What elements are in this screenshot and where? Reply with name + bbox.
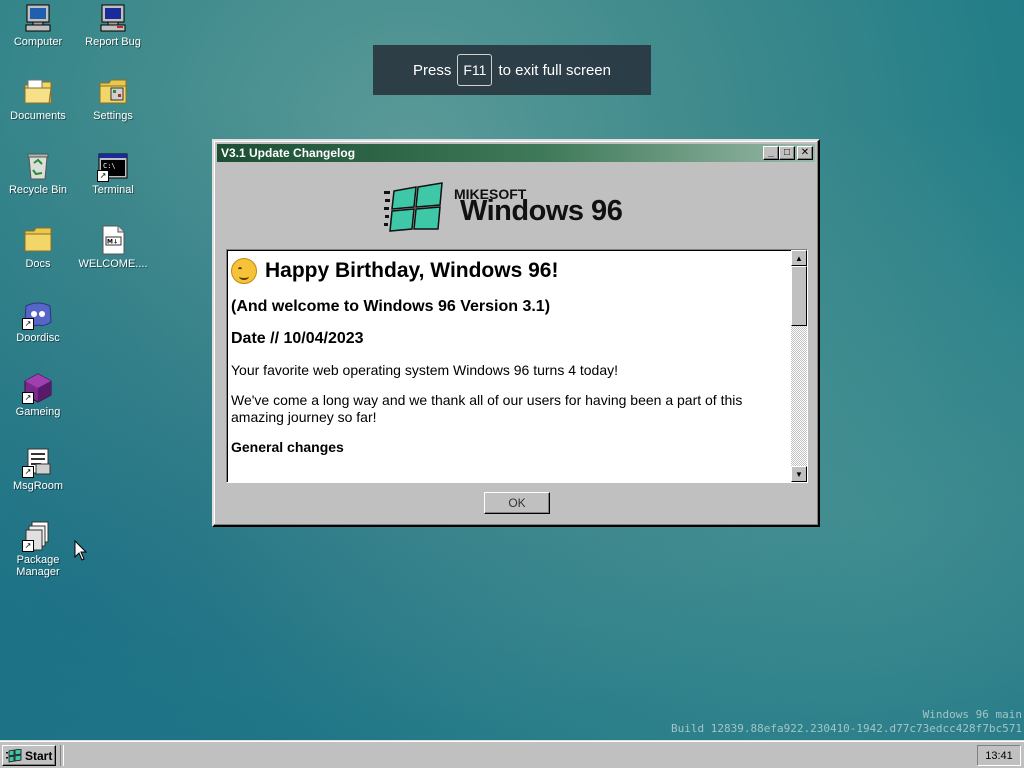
documents-folder-icon [22, 76, 54, 108]
close-button[interactable]: ✕ [797, 146, 813, 160]
docs-folder-icon [22, 224, 54, 256]
desktop-icon-label: Recycle Bin [8, 184, 68, 196]
terminal-icon: C:\ ↗ [97, 150, 129, 182]
desktop-icon-welcome[interactable]: M↓ WELCOME.... [76, 224, 150, 270]
ok-button[interactable]: OK [484, 492, 550, 514]
minimize-icon: _ [768, 147, 774, 158]
fullscreen-hint-suffix: to exit full screen [498, 61, 611, 79]
desktop-icon-label: Gameing [15, 406, 61, 418]
build-watermark-line2: Build 12839.88efa922.230410-1942.d77c73e… [671, 722, 1022, 735]
desktop-icon-docs[interactable]: Docs [1, 224, 75, 270]
start-label: Start [25, 748, 53, 763]
vertical-scrollbar[interactable]: ▲ ▼ [791, 250, 807, 482]
desktop-icon-recycle-bin[interactable]: Recycle Bin [1, 150, 75, 196]
changelog-window: V3.1 Update Changelog _ □ ✕ MIKESOFT Win… [212, 139, 820, 527]
settings-folder-icon [97, 76, 129, 108]
taskbar-divider [60, 745, 64, 766]
desktop-icon-documents[interactable]: Documents [1, 76, 75, 122]
markdown-file-icon: M↓ [97, 224, 129, 256]
svg-text:C:\: C:\ [103, 162, 116, 170]
scroll-down-icon: ▼ [795, 469, 803, 479]
desktop-icon-doordisc[interactable]: ↗ Doordisc [1, 298, 75, 344]
desktop-icon-label: MsgRoom [12, 480, 64, 492]
taskbar: Start 13:41 [0, 740, 1024, 768]
scroll-up-icon: ▲ [795, 253, 803, 263]
desktop-icon-label: Doordisc [16, 332, 60, 344]
changelog-section-title: General changes [231, 439, 344, 455]
build-watermark: Windows 96 main Build 12839.88efa922.230… [671, 708, 1022, 736]
gameing-cube-icon: ↗ [22, 372, 54, 404]
maximize-button[interactable]: □ [779, 146, 795, 160]
changelog-heading: Happy Birthday, Windows 96! [231, 258, 785, 284]
changelog-body: Happy Birthday, Windows 96! (And welcome… [231, 258, 785, 455]
desktop-icon-report-bug[interactable]: Report Bug [76, 2, 150, 48]
scrollbar-thumb[interactable] [791, 266, 807, 326]
doordisc-icon: ↗ [22, 298, 54, 330]
desktop-icon-settings[interactable]: Settings [76, 76, 150, 122]
changelog-heading-text: Happy Birthday, Windows 96! [265, 259, 559, 282]
shortcut-arrow-icon: ↗ [97, 170, 109, 182]
mouse-cursor-icon [74, 540, 88, 561]
taskbar-clock[interactable]: 13:41 [977, 745, 1021, 766]
desktop-icon-label: WELCOME.... [78, 258, 148, 270]
close-icon: ✕ [800, 147, 810, 158]
fullscreen-hint: Press F11 to exit full screen [373, 45, 651, 95]
changelog-content[interactable]: Happy Birthday, Windows 96! (And welcome… [226, 249, 808, 483]
windows-logo-icon [6, 748, 22, 762]
desktop-icon-label: Documents [10, 110, 66, 122]
desktop-icon-label: Docs [25, 258, 51, 270]
changelog-paragraph: Your favorite web operating system Windo… [231, 362, 619, 378]
scroll-up-button[interactable]: ▲ [791, 250, 807, 266]
windows-flag-icon [384, 182, 443, 232]
desktop-icon-label: Package Manager [16, 554, 60, 578]
desktop-icon-terminal[interactable]: C:\ ↗ Terminal [76, 150, 150, 196]
shortcut-arrow-icon: ↗ [22, 392, 34, 404]
window-controls: _ □ ✕ [763, 146, 813, 160]
maximize-icon: □ [783, 147, 791, 158]
shortcut-arrow-icon: ↗ [22, 466, 34, 478]
fullscreen-hint-prefix: Press [413, 61, 452, 79]
computer-icon [22, 2, 54, 34]
svg-text:M↓: M↓ [107, 239, 118, 246]
logo-brand-big: Windows 96 [460, 195, 623, 227]
desktop-icon-label: Report Bug [85, 36, 141, 48]
package-manager-icon: ↗ [22, 520, 54, 552]
changelog-subheading: (And welcome to Windows 96 Version 3.1) [231, 298, 551, 315]
start-button[interactable]: Start [2, 745, 56, 766]
windows-96-logo: MIKESOFT Windows 96 [384, 179, 654, 235]
desktop-icon-gameing[interactable]: ↗ Gameing [1, 372, 75, 418]
desktop-icon-computer[interactable]: Computer [1, 2, 75, 48]
window-titlebar[interactable]: V3.1 Update Changelog _ □ ✕ [217, 144, 815, 162]
changelog-date: Date // 10/04/2023 [231, 330, 364, 347]
desktop: Computer Documents Recycle Bin Docs ↗ Do… [0, 0, 1024, 740]
party-face-icon [231, 258, 257, 284]
minimize-button[interactable]: _ [763, 146, 779, 160]
desktop-icon-package-manager[interactable]: ↗ Package Manager [1, 520, 75, 578]
desktop-icon-msgroom[interactable]: ↗ MsgRoom [1, 446, 75, 492]
shortcut-arrow-icon: ↗ [22, 318, 34, 330]
report-bug-icon [97, 2, 129, 34]
desktop-icon-label: Settings [93, 110, 133, 122]
window-title: V3.1 Update Changelog [221, 146, 356, 160]
fullscreen-hint-key: F11 [457, 54, 493, 86]
scroll-down-button[interactable]: ▼ [791, 466, 807, 482]
build-watermark-line1: Windows 96 main [922, 708, 1022, 721]
recycle-bin-icon [22, 150, 54, 182]
desktop-icon-label: Computer [13, 36, 63, 48]
desktop-icon-label: Terminal [92, 184, 134, 196]
msgroom-icon: ↗ [22, 446, 54, 478]
changelog-paragraph: We've come a long way and we thank all o… [231, 392, 743, 425]
shortcut-arrow-icon: ↗ [22, 540, 34, 552]
